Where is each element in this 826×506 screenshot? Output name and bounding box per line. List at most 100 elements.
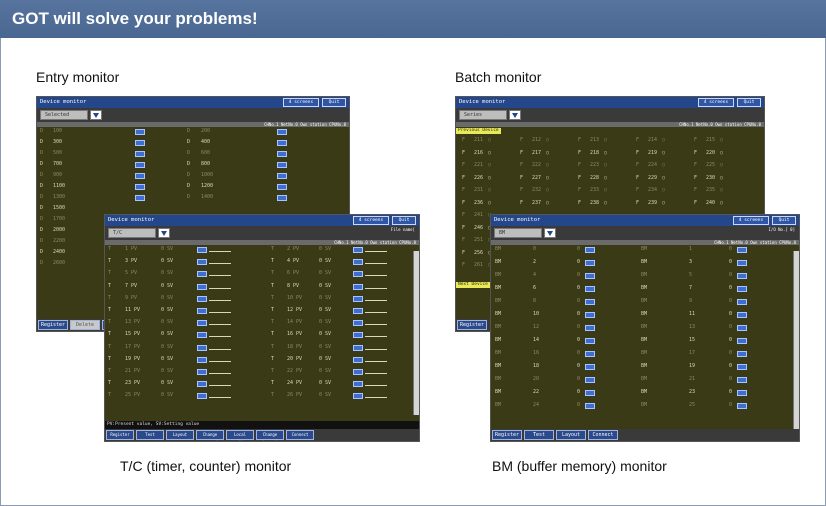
value-chip[interactable] <box>737 351 747 357</box>
bm-selector[interactable]: BM <box>494 228 542 238</box>
value-chip[interactable] <box>197 259 207 266</box>
value-chip[interactable] <box>737 312 747 318</box>
value-chip[interactable] <box>277 129 287 135</box>
chevron-down-icon[interactable] <box>509 110 521 120</box>
chevron-down-icon[interactable] <box>158 228 170 238</box>
value-chip[interactable] <box>353 393 363 400</box>
batch-register-button[interactable]: Register <box>457 320 487 330</box>
value-chip[interactable] <box>197 332 207 339</box>
value-chip[interactable] <box>737 273 747 279</box>
value-chip[interactable] <box>585 325 595 331</box>
batch-selector[interactable]: Series <box>459 110 507 120</box>
value-chip[interactable] <box>737 403 747 409</box>
value-chip[interactable] <box>585 273 595 279</box>
value-chip[interactable] <box>585 351 595 357</box>
value-chip[interactable] <box>737 299 747 305</box>
value-chip[interactable] <box>353 259 363 266</box>
value-chip[interactable] <box>353 356 363 363</box>
value-chip[interactable] <box>585 299 595 305</box>
value-chip[interactable] <box>585 286 595 292</box>
value-chip[interactable] <box>353 295 363 302</box>
value-chip[interactable] <box>277 184 287 190</box>
batch-4-screens-button[interactable]: 4 screens <box>698 98 734 107</box>
value-chip[interactable] <box>353 247 363 253</box>
value-chip[interactable] <box>585 377 595 383</box>
entry-delete-button[interactable]: Delete <box>70 320 100 330</box>
tc-selector[interactable]: T/C <box>108 228 156 238</box>
value-chip[interactable] <box>737 377 747 383</box>
value-chip[interactable] <box>197 295 207 302</box>
bm-bottom-button[interactable]: Connect <box>588 430 618 440</box>
value-chip[interactable] <box>353 344 363 351</box>
value-chip[interactable] <box>135 173 145 179</box>
bm-4-screens-button[interactable]: 4 screens <box>733 216 769 225</box>
value-chip[interactable] <box>277 173 287 179</box>
value-chip[interactable] <box>197 393 207 400</box>
value-chip[interactable] <box>135 195 145 201</box>
value-chip[interactable] <box>197 307 207 314</box>
value-chip[interactable] <box>737 325 747 331</box>
bm-quit-button[interactable]: Quit <box>772 216 796 225</box>
value-chip[interactable] <box>135 162 145 168</box>
value-chip[interactable] <box>737 260 747 266</box>
value-chip[interactable] <box>197 381 207 388</box>
tc-4-screens-button[interactable]: 4 screens <box>353 216 389 225</box>
tc-bottom-button[interactable]: Connect <box>286 430 314 440</box>
value-chip[interactable] <box>353 368 363 375</box>
value-chip[interactable] <box>353 283 363 290</box>
value-chip[interactable] <box>353 320 363 327</box>
chevron-down-icon[interactable] <box>90 110 102 120</box>
value-chip[interactable] <box>135 151 145 157</box>
bm-bottom-button[interactable]: Test <box>524 430 554 440</box>
value-chip[interactable] <box>197 247 207 253</box>
tc-quit-button[interactable]: Quit <box>392 216 416 225</box>
value-chip[interactable] <box>737 390 747 396</box>
value-chip[interactable] <box>737 364 747 370</box>
previous-device-label[interactable]: Previous Device <box>456 128 501 134</box>
tc-bottom-button[interactable]: Layout <box>166 430 194 440</box>
value-chip[interactable] <box>585 364 595 370</box>
entry-quit-button[interactable]: Quit <box>322 98 346 107</box>
value-chip[interactable] <box>277 195 287 201</box>
chevron-down-icon[interactable] <box>544 228 556 238</box>
value-chip[interactable] <box>197 283 207 290</box>
tc-scrollbar[interactable] <box>413 251 419 415</box>
tc-bottom-button[interactable]: Local monitor <box>226 430 254 441</box>
value-chip[interactable] <box>353 307 363 314</box>
value-chip[interactable] <box>277 162 287 168</box>
value-chip[interactable] <box>585 247 595 253</box>
value-chip[interactable] <box>737 286 747 292</box>
value-chip[interactable] <box>197 344 207 351</box>
bm-bottom-button[interactable]: Register <box>492 430 522 440</box>
batch-quit-button[interactable]: Quit <box>737 98 761 107</box>
tc-bottom-button[interactable]: Change target <box>256 430 284 441</box>
entry-selector[interactable]: Selected <box>40 110 88 120</box>
value-chip[interactable] <box>585 390 595 396</box>
value-chip[interactable] <box>585 260 595 266</box>
tc-bottom-button[interactable]: Change comment <box>196 430 224 441</box>
value-chip[interactable] <box>585 338 595 344</box>
value-chip[interactable] <box>277 151 287 157</box>
entry-register-button[interactable]: Register <box>38 320 68 330</box>
entry-4-screens-button[interactable]: 4 screens <box>283 98 319 107</box>
tc-bottom-button[interactable]: Test <box>136 430 164 440</box>
value-chip[interactable] <box>197 320 207 327</box>
value-chip[interactable] <box>737 338 747 344</box>
value-chip[interactable] <box>585 312 595 318</box>
value-chip[interactable] <box>585 403 595 409</box>
value-chip[interactable] <box>197 356 207 363</box>
value-chip[interactable] <box>737 247 747 253</box>
value-chip[interactable] <box>277 140 287 146</box>
value-chip[interactable] <box>135 140 145 146</box>
value-chip[interactable] <box>353 381 363 388</box>
value-chip[interactable] <box>197 368 207 375</box>
value-chip[interactable] <box>135 184 145 190</box>
value-chip[interactable] <box>135 129 145 135</box>
value-chip[interactable] <box>353 332 363 339</box>
bm-scrollbar[interactable] <box>793 251 799 431</box>
value-chip[interactable] <box>197 271 207 278</box>
next-device-label[interactable]: Next Device <box>456 282 490 288</box>
value-chip[interactable] <box>353 271 363 278</box>
bm-bottom-button[interactable]: Layout <box>556 430 586 440</box>
tc-bottom-button[interactable]: Register <box>106 430 134 440</box>
